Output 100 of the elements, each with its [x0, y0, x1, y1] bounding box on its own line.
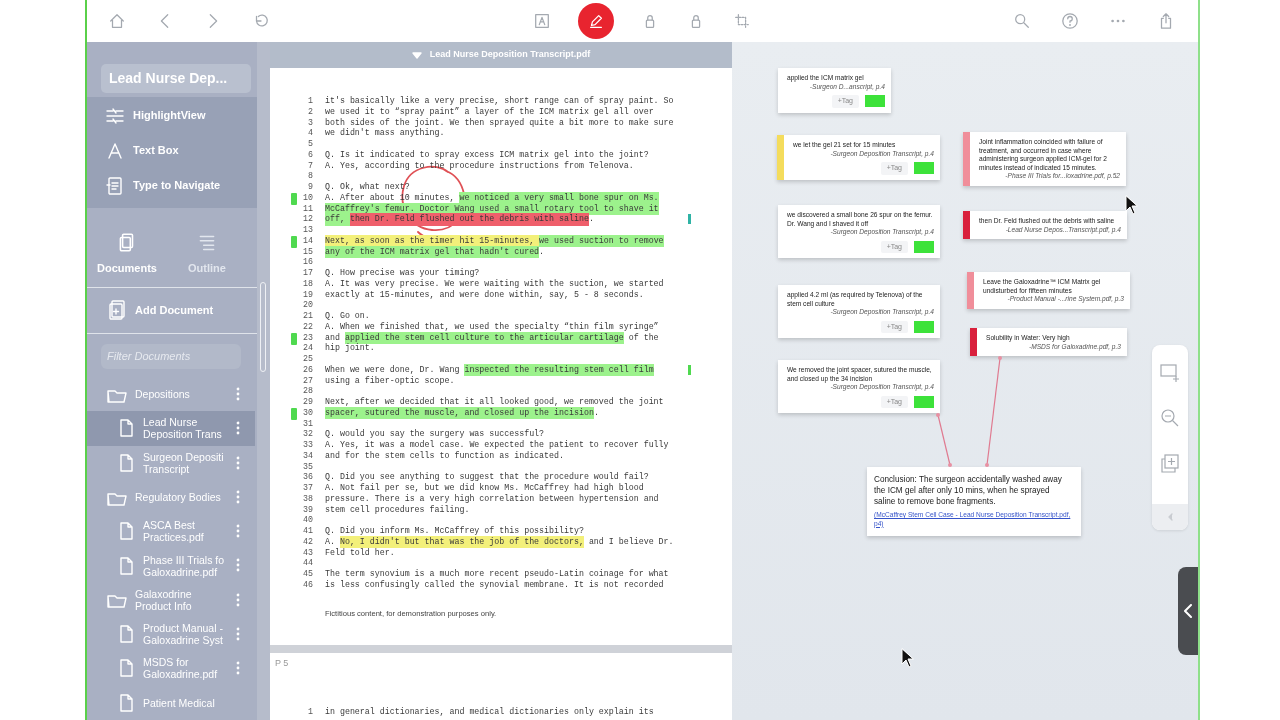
line-number: 24: [302, 342, 313, 355]
line-number: 32: [302, 428, 313, 441]
transcript-text: exactly at 15-minutes, and were done within, say, 5 - 8 seconds.: [325, 288, 644, 301]
status-button[interactable]: [865, 95, 885, 108]
line-number: 18: [302, 277, 313, 290]
annotation-marker[interactable]: [688, 214, 691, 225]
line-number: 15: [302, 245, 313, 258]
document-lines-icon: [105, 175, 125, 196]
collapse-caret-icon[interactable]: [1167, 513, 1173, 521]
kebab-menu-icon[interactable]: [236, 592, 240, 607]
kebab-menu-icon[interactable]: [236, 627, 240, 642]
kebab-menu-icon[interactable]: [236, 661, 240, 676]
add-page-icon[interactable]: [1159, 451, 1181, 473]
tree-item[interactable]: Galaxodrine Product Info: [87, 582, 255, 618]
pen-icon[interactable]: [577, 3, 614, 39]
kebab-menu-icon[interactable]: [236, 455, 240, 470]
status-button[interactable]: [914, 240, 934, 253]
transcript-text: Q. Is it indicated to spray excess ICM matrix gel into the joint?: [325, 148, 649, 161]
line-number: 43: [302, 546, 313, 559]
transcript-text: it's basically like a very precise, short range can of spray paint. So: [325, 95, 674, 107]
home-icon[interactable]: [107, 11, 127, 31]
line-number: 8: [307, 170, 313, 183]
transcript-text: .: [593, 406, 599, 419]
line-number: 1: [307, 95, 313, 108]
tree-item[interactable]: Depositions: [87, 376, 255, 412]
line-number: 7: [307, 159, 313, 172]
add-document-button[interactable]: Add Document: [87, 287, 257, 334]
sidebar-tab[interactable]: Documents: [87, 232, 167, 277]
transcript-text: Q. would you say the surgery was successful?: [325, 428, 545, 440]
line-number: 34: [302, 449, 313, 462]
tree-item[interactable]: Product Manual - Galoxadrine Syst: [87, 617, 255, 652]
status-button[interactable]: [914, 320, 934, 333]
line-number: 5: [307, 138, 313, 151]
kebab-menu-icon[interactable]: [236, 524, 240, 539]
highlighted-text: inspected the resulting stem cell film: [464, 363, 654, 377]
transcript-text: A. Yes, it was a model case. We expected the patient to recover fully: [325, 439, 669, 451]
sidebar-action[interactable]: Text Box: [105, 138, 257, 163]
tree-item[interactable]: MSDS for Galoxadrine.pdf: [87, 651, 255, 686]
help-icon[interactable]: [1060, 11, 1080, 31]
sidebar-action[interactable]: Type to Navigate: [105, 173, 257, 198]
file-icon: [117, 658, 135, 679]
scrollbar[interactable]: [260, 282, 266, 372]
line-number: 35: [302, 460, 313, 473]
add-document-icon: [107, 299, 127, 322]
line-number: 13: [302, 224, 313, 237]
line-number: 29: [302, 396, 313, 409]
tree-item[interactable]: Surgeon Depositi Transcript: [87, 445, 255, 480]
line-number: 39: [302, 503, 313, 516]
transcript-text: Q. Did you inform Ms. McCaffrey of this possibility?: [325, 525, 584, 537]
annotation-marker[interactable]: [688, 364, 691, 375]
tree-item[interactable]: ASCA Best Practices.pdf: [87, 514, 255, 549]
sidebar-action[interactable]: HighlightView: [105, 103, 257, 128]
transcript-text: A. When we finished that, we used the specialty “thin film syringe”: [325, 320, 659, 333]
transcript-text: pressure. There is a very high correlation between hypertension and: [325, 492, 659, 505]
letter-a-icon: [105, 140, 125, 161]
collapse-triangle-icon[interactable]: [411, 51, 422, 59]
kebab-menu-icon[interactable]: [236, 421, 240, 436]
search-icon[interactable]: [1012, 11, 1032, 31]
highlighted-text: off,: [325, 213, 350, 226]
transcript-text: The term synovium is a much more recent pseudo-Latin coinage for what: [325, 568, 669, 580]
tree-item[interactable]: Patient Medical: [87, 685, 255, 720]
file-icon: [117, 624, 135, 645]
transcript-text: we used it to “spray paint” a layer of the ICM matrix gel all over: [325, 105, 654, 118]
line-number: 11: [302, 202, 313, 215]
transcript-text: is less confusingly called the synovial membrane. It is not recorded: [325, 578, 664, 591]
transcript-text: A. It was very precise. We were waiting with the suction, we started: [325, 277, 664, 290]
line-number: 36: [302, 471, 313, 484]
highlighted-text: we used suction to remove: [539, 234, 664, 248]
line-number: 16: [302, 256, 313, 269]
line-number: 38: [302, 492, 313, 505]
sidebar-tab[interactable]: Outline: [167, 232, 247, 277]
transcript-text: of the: [627, 331, 659, 344]
note-card[interactable]: [963, 132, 1126, 186]
transcript-text: we didn't mass anything.: [325, 127, 445, 140]
kebab-menu-icon[interactable]: [236, 558, 240, 573]
highlighted-text: spacer, sutured the muscle, and closed up the incision: [325, 406, 594, 420]
transcript-text: .: [539, 245, 545, 258]
line-number: 27: [302, 374, 313, 387]
kebab-menu-icon[interactable]: [236, 386, 240, 401]
transcript-text: in general dictionaries, and medical dictionaries only explain its: [325, 706, 654, 719]
line-number: 3: [307, 116, 313, 129]
file-icon: [117, 692, 135, 713]
line-number: 1: [307, 706, 313, 719]
tree-item[interactable]: Lead Nurse Deposition Trans: [87, 411, 255, 446]
line-number: 46: [302, 578, 313, 591]
panel-handle[interactable]: [1178, 567, 1198, 655]
transcript-text: hip joint.: [325, 342, 375, 355]
pointer-icon: [901, 648, 915, 668]
transcript-text: Q. How precise was your timing?: [325, 267, 480, 279]
transcript-text: Q. Did you see anything to suggest that the procedure would fail?: [325, 471, 649, 483]
line-number: 4: [307, 127, 313, 140]
chevron-left-icon: [1184, 604, 1192, 618]
conclusion-text: Conclusion: The surgeon accidentally washed away the ICM gel after only 10 mins, when he sprayed saline to remove bone fragments.: [874, 474, 1063, 508]
status-button[interactable]: [914, 395, 934, 408]
transcript-text: A.: [325, 535, 336, 548]
status-button[interactable]: [914, 162, 934, 175]
transcript-text: both sides of the joint. We then sprayed quite a bit more to make sure: [325, 116, 674, 128]
kebab-menu-icon[interactable]: [236, 489, 240, 504]
tree-item[interactable]: Phase III Trials fo Galoxadrine.pdf: [87, 548, 255, 583]
tree-item[interactable]: Regulatory Bodies: [87, 479, 255, 515]
